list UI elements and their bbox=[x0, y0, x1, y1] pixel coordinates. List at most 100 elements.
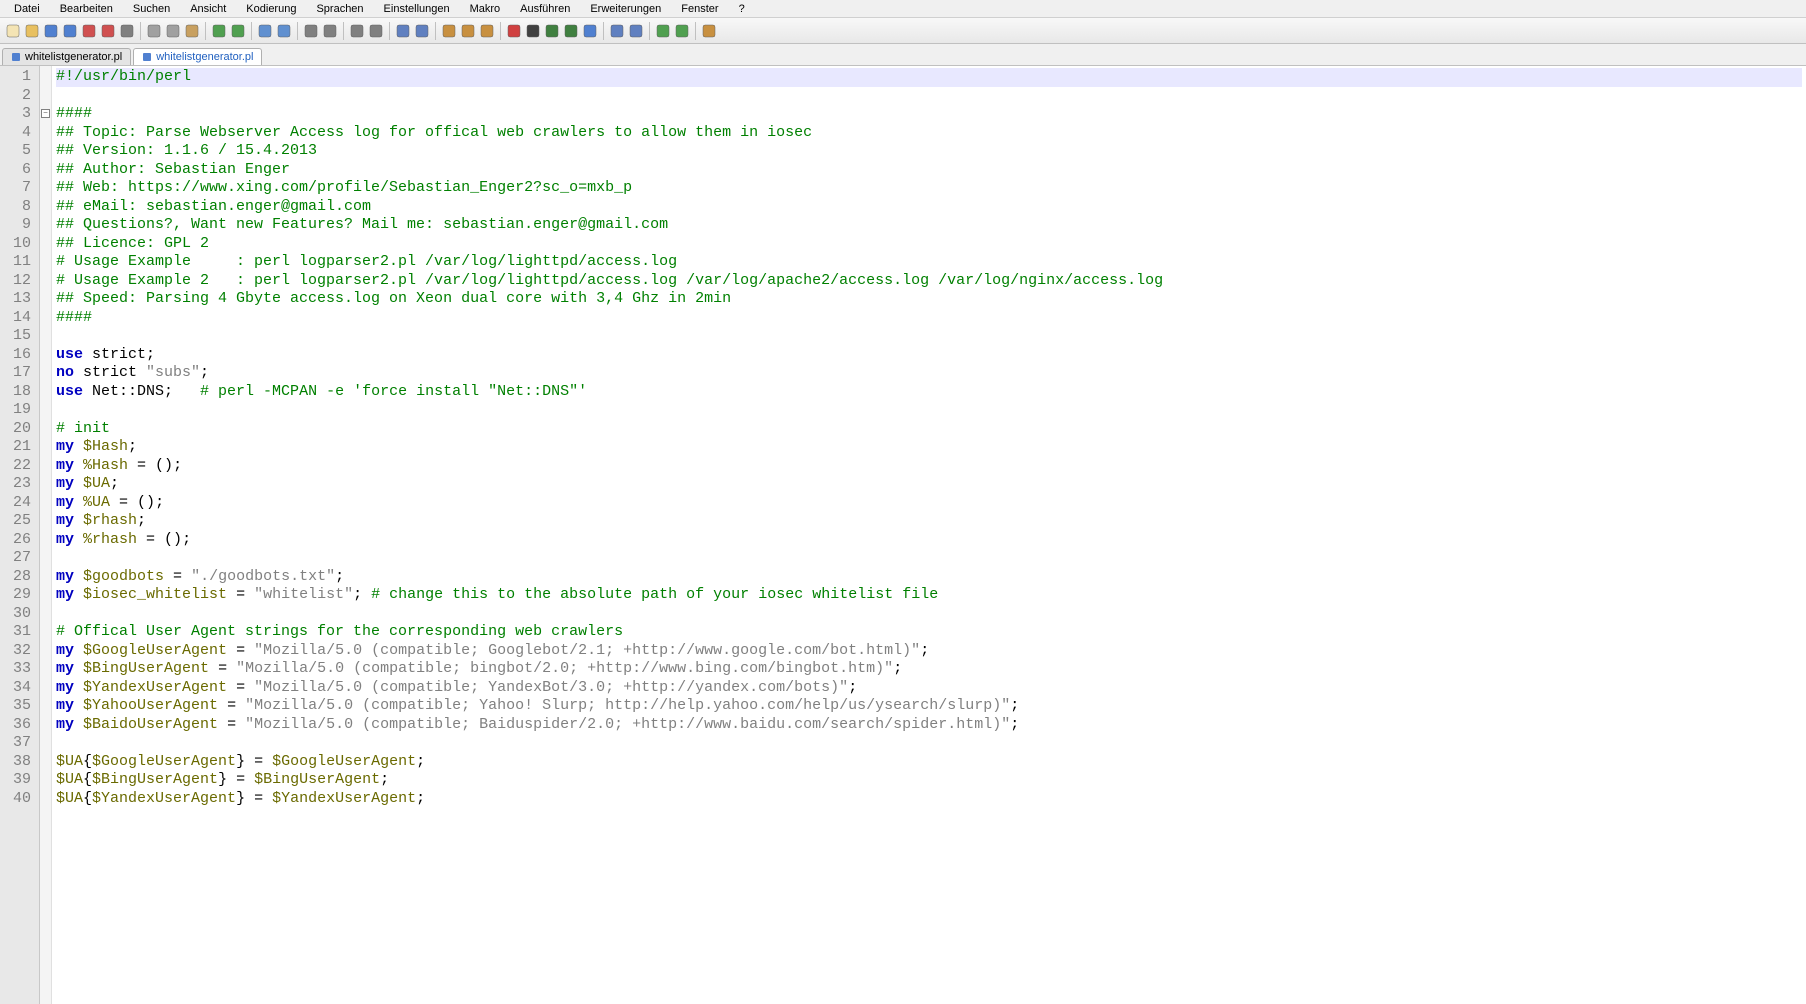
file-tab[interactable]: whitelistgenerator.pl bbox=[2, 48, 131, 65]
close-icon[interactable] bbox=[80, 22, 98, 40]
line-number: 14 bbox=[4, 309, 31, 328]
undo-icon[interactable] bbox=[210, 22, 228, 40]
zoom-in-icon[interactable] bbox=[302, 22, 320, 40]
menu-?[interactable]: ? bbox=[729, 2, 755, 16]
menu-ausführen[interactable]: Ausführen bbox=[510, 2, 580, 16]
menu-erweiterungen[interactable]: Erweiterungen bbox=[580, 2, 671, 16]
code-token: strict bbox=[74, 364, 146, 381]
code-token: ; bbox=[137, 512, 146, 529]
menu-ansicht[interactable]: Ansicht bbox=[180, 2, 236, 16]
plugin-icon[interactable] bbox=[700, 22, 718, 40]
open-file-icon[interactable] bbox=[23, 22, 41, 40]
folder-tree-icon[interactable] bbox=[440, 22, 458, 40]
code-line[interactable]: use Net::DNS; # perl -MCPAN -e 'force in… bbox=[56, 383, 1802, 402]
code-line[interactable]: my $YandexUserAgent = "Mozilla/5.0 (comp… bbox=[56, 679, 1802, 698]
code-line[interactable]: ## Speed: Parsing 4 Gbyte access.log on … bbox=[56, 290, 1802, 309]
code-line[interactable]: my $YahooUserAgent = "Mozilla/5.0 (compa… bbox=[56, 697, 1802, 716]
save-macro-icon[interactable] bbox=[581, 22, 599, 40]
menu-bearbeiten[interactable]: Bearbeiten bbox=[50, 2, 123, 16]
code-line[interactable]: my %UA = (); bbox=[56, 494, 1802, 513]
code-line[interactable]: my $BingUserAgent = "Mozilla/5.0 (compat… bbox=[56, 660, 1802, 679]
menu-sprachen[interactable]: Sprachen bbox=[306, 2, 373, 16]
cut-icon[interactable] bbox=[145, 22, 163, 40]
zoom-out-icon[interactable] bbox=[321, 22, 339, 40]
paste-icon[interactable] bbox=[183, 22, 201, 40]
code-line[interactable]: my %rhash = (); bbox=[56, 531, 1802, 550]
code-line[interactable]: ## Questions?, Want new Features? Mail m… bbox=[56, 216, 1802, 235]
wrap-icon[interactable] bbox=[367, 22, 385, 40]
code-line[interactable]: ## eMail: sebastian.enger@gmail.com bbox=[56, 198, 1802, 217]
menu-fenster[interactable]: Fenster bbox=[671, 2, 728, 16]
copy-icon[interactable] bbox=[164, 22, 182, 40]
fold-column[interactable]: − bbox=[40, 66, 52, 1004]
file-tab[interactable]: whitelistgenerator.pl bbox=[133, 48, 262, 65]
indent-guide-icon[interactable] bbox=[413, 22, 431, 40]
indent-more-icon[interactable] bbox=[627, 22, 645, 40]
code-line[interactable]: my $GoogleUserAgent = "Mozilla/5.0 (comp… bbox=[56, 642, 1802, 661]
code-token: "Mozilla/5.0 (compatible; YandexBot/3.0;… bbox=[254, 679, 848, 696]
menu-kodierung[interactable]: Kodierung bbox=[236, 2, 306, 16]
function-list-icon[interactable] bbox=[459, 22, 477, 40]
code-line[interactable]: my $UA; bbox=[56, 475, 1802, 494]
code-line[interactable] bbox=[56, 605, 1802, 624]
menu-datei[interactable]: Datei bbox=[4, 2, 50, 16]
code-line[interactable]: my $goodbots = "./goodbots.txt"; bbox=[56, 568, 1802, 587]
line-number: 37 bbox=[4, 734, 31, 753]
code-line[interactable]: # Offical User Agent strings for the cor… bbox=[56, 623, 1802, 642]
menu-suchen[interactable]: Suchen bbox=[123, 2, 180, 16]
indent-less-icon[interactable] bbox=[608, 22, 626, 40]
code-line[interactable]: $UA{$GoogleUserAgent} = $GoogleUserAgent… bbox=[56, 753, 1802, 772]
toggle-comment-icon[interactable] bbox=[654, 22, 672, 40]
play-macro-icon[interactable] bbox=[543, 22, 561, 40]
code-line[interactable] bbox=[56, 401, 1802, 420]
code-line[interactable]: ## Licence: GPL 2 bbox=[56, 235, 1802, 254]
code-line[interactable] bbox=[56, 87, 1802, 106]
code-line[interactable]: my %Hash = (); bbox=[56, 457, 1802, 476]
code-line[interactable]: ## Web: https://www.xing.com/profile/Seb… bbox=[56, 179, 1802, 198]
menu-makro[interactable]: Makro bbox=[460, 2, 511, 16]
code-line[interactable]: # init bbox=[56, 420, 1802, 439]
doc-map-icon[interactable] bbox=[478, 22, 496, 40]
stop-macro-icon[interactable] bbox=[524, 22, 542, 40]
block-comment-icon[interactable] bbox=[673, 22, 691, 40]
show-all-chars-icon[interactable] bbox=[394, 22, 412, 40]
code-line[interactable]: my $iosec_whitelist = "whitelist"; # cha… bbox=[56, 586, 1802, 605]
record-macro-icon[interactable] bbox=[505, 22, 523, 40]
new-file-icon[interactable] bbox=[4, 22, 22, 40]
code-line[interactable]: # Usage Example 2 : perl logparser2.pl /… bbox=[56, 272, 1802, 291]
code-line[interactable]: ## Author: Sebastian Enger bbox=[56, 161, 1802, 180]
play-multi-icon[interactable] bbox=[562, 22, 580, 40]
code-line[interactable]: use strict; bbox=[56, 346, 1802, 365]
code-line[interactable]: my $Hash; bbox=[56, 438, 1802, 457]
menu-einstellungen[interactable]: Einstellungen bbox=[374, 2, 460, 16]
code-line[interactable] bbox=[56, 549, 1802, 568]
code-line[interactable]: my $BaidoUserAgent = "Mozilla/5.0 (compa… bbox=[56, 716, 1802, 735]
code-line[interactable]: $UA{$BingUserAgent} = $BingUserAgent; bbox=[56, 771, 1802, 790]
code-token: } = bbox=[236, 790, 272, 807]
code-line[interactable]: ## Topic: Parse Webserver Access log for… bbox=[56, 124, 1802, 143]
redo-icon[interactable] bbox=[229, 22, 247, 40]
sync-scroll-icon[interactable] bbox=[348, 22, 366, 40]
code-line[interactable]: $UA{$YandexUserAgent} = $YandexUserAgent… bbox=[56, 790, 1802, 809]
fold-toggle-icon[interactable]: − bbox=[41, 109, 50, 118]
code-line[interactable]: #### bbox=[56, 309, 1802, 328]
save-icon[interactable] bbox=[42, 22, 60, 40]
code-line[interactable]: # Usage Example : perl logparser2.pl /va… bbox=[56, 253, 1802, 272]
code-token: Net::DNS bbox=[83, 383, 164, 400]
find-icon[interactable] bbox=[256, 22, 274, 40]
code-line[interactable]: #### bbox=[56, 105, 1802, 124]
code-token: $GoogleUserAgent bbox=[83, 642, 227, 659]
replace-icon[interactable] bbox=[275, 22, 293, 40]
code-line[interactable]: my $rhash; bbox=[56, 512, 1802, 531]
line-number: 34 bbox=[4, 679, 31, 698]
code-token: $YandexUserAgent bbox=[272, 790, 416, 807]
code-line[interactable]: #!/usr/bin/perl bbox=[56, 68, 1802, 87]
save-all-icon[interactable] bbox=[61, 22, 79, 40]
code-line[interactable]: ## Version: 1.1.6 / 15.4.2013 bbox=[56, 142, 1802, 161]
code-line[interactable]: no strict "subs"; bbox=[56, 364, 1802, 383]
code-area[interactable]: #!/usr/bin/perl###### Topic: Parse Webse… bbox=[52, 66, 1806, 1004]
close-all-icon[interactable] bbox=[99, 22, 117, 40]
code-line[interactable] bbox=[56, 734, 1802, 753]
code-line[interactable] bbox=[56, 327, 1802, 346]
print-icon[interactable] bbox=[118, 22, 136, 40]
